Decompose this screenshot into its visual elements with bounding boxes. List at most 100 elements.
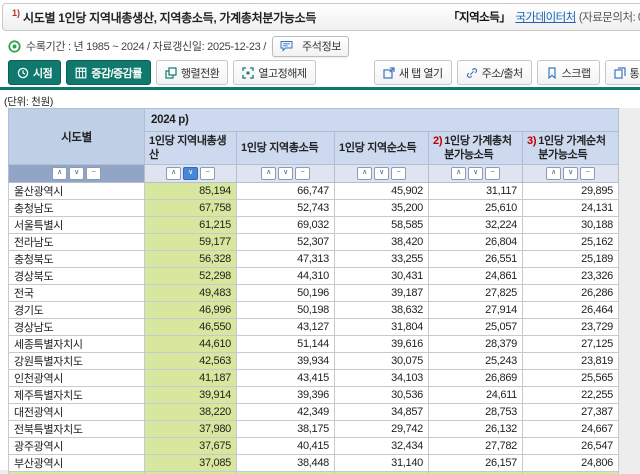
value-cell[interactable]: 39,616 (335, 336, 429, 353)
sort-ascending-button[interactable]: ∧ (357, 167, 372, 180)
value-cell[interactable]: 25,610 (429, 200, 523, 217)
region-cell[interactable]: 제주특별자치도 (9, 387, 145, 404)
sort-ascending-button[interactable]: ∧ (52, 167, 67, 180)
sort-descending-button[interactable]: ∨ (183, 167, 198, 180)
region-cell[interactable]: 세종특별자치시 (9, 336, 145, 353)
region-cell[interactable]: 경상남도 (9, 319, 145, 336)
value-cell[interactable]: 38,175 (237, 421, 335, 438)
value-cell[interactable]: 27,387 (523, 404, 619, 421)
value-cell[interactable]: 26,869 (429, 370, 523, 387)
value-cell[interactable]: 38,632 (335, 302, 429, 319)
value-cell[interactable]: 30,536 (335, 387, 429, 404)
value-cell[interactable]: 24,861 (429, 268, 523, 285)
scrap-button[interactable]: 스크랩 (537, 60, 600, 85)
region-cell[interactable]: 울산광역시 (9, 183, 145, 200)
region-cell[interactable]: 경기도 (9, 302, 145, 319)
value-cell[interactable]: 33,255 (335, 251, 429, 268)
region-cell[interactable]: 전라남도 (9, 234, 145, 251)
value-cell[interactable]: 26,804 (429, 234, 523, 251)
unfreeze-columns-button[interactable]: 열고정해제 (233, 60, 315, 85)
value-cell[interactable]: 34,857 (335, 404, 429, 421)
region-cell[interactable]: 충청남도 (9, 200, 145, 217)
value-cell[interactable]: 44,310 (237, 268, 335, 285)
value-cell[interactable]: 45,902 (335, 183, 429, 200)
value-cell[interactable]: 22,255 (523, 387, 619, 404)
value-cell[interactable]: 59,177 (145, 234, 237, 251)
value-cell[interactable]: 37,675 (145, 438, 237, 455)
region-cell[interactable]: 인천광역시 (9, 370, 145, 387)
value-cell[interactable]: 43,127 (237, 319, 335, 336)
sort-clear-button[interactable]: − (580, 167, 595, 180)
change-rate-button[interactable]: 증감/증감률 (66, 60, 151, 85)
value-cell[interactable]: 85,194 (145, 183, 237, 200)
value-cell[interactable]: 25,189 (523, 251, 619, 268)
transpose-button[interactable]: 행렬전환 (156, 60, 228, 85)
source-agency-link[interactable]: 국가데이터처 (515, 9, 575, 25)
value-cell[interactable]: 50,196 (237, 285, 335, 302)
value-cell[interactable]: 66,747 (237, 183, 335, 200)
value-cell[interactable]: 29,895 (523, 183, 619, 200)
value-cell[interactable]: 24,806 (523, 455, 619, 472)
value-cell[interactable]: 40,415 (237, 438, 335, 455)
region-cell[interactable]: 부산광역시 (9, 455, 145, 472)
value-cell[interactable]: 38,448 (237, 455, 335, 472)
value-cell[interactable]: 38,420 (335, 234, 429, 251)
value-cell[interactable]: 23,819 (523, 353, 619, 370)
value-cell[interactable]: 39,934 (237, 353, 335, 370)
sort-clear-button[interactable]: − (86, 167, 101, 180)
value-cell[interactable]: 35,200 (335, 200, 429, 217)
copy-table-button[interactable]: 통계표 복사/공 (605, 60, 640, 85)
region-cell[interactable]: 강원특별자치도 (9, 353, 145, 370)
value-cell[interactable]: 27,914 (429, 302, 523, 319)
time-period-button[interactable]: 시점 (8, 60, 61, 85)
sort-clear-button[interactable]: − (391, 167, 406, 180)
value-cell[interactable]: 26,132 (429, 421, 523, 438)
value-cell[interactable]: 39,187 (335, 285, 429, 302)
value-cell[interactable]: 27,125 (523, 336, 619, 353)
value-cell[interactable]: 46,996 (145, 302, 237, 319)
value-cell[interactable]: 31,804 (335, 319, 429, 336)
address-source-button[interactable]: 주소/출처 (457, 60, 532, 85)
value-cell[interactable]: 28,753 (429, 404, 523, 421)
value-cell[interactable]: 25,057 (429, 319, 523, 336)
value-cell[interactable]: 39,396 (237, 387, 335, 404)
value-cell[interactable]: 31,117 (429, 183, 523, 200)
value-cell[interactable]: 37,085 (145, 455, 237, 472)
value-cell[interactable]: 61,215 (145, 217, 237, 234)
value-cell[interactable]: 58,585 (335, 217, 429, 234)
value-cell[interactable]: 30,188 (523, 217, 619, 234)
value-cell[interactable]: 67,758 (145, 200, 237, 217)
region-cell[interactable]: 경상북도 (9, 268, 145, 285)
value-cell[interactable]: 29,742 (335, 421, 429, 438)
value-cell[interactable]: 27,782 (429, 438, 523, 455)
value-cell[interactable]: 30,075 (335, 353, 429, 370)
value-cell[interactable]: 27,825 (429, 285, 523, 302)
sort-ascending-button[interactable]: ∧ (546, 167, 561, 180)
region-cell[interactable]: 대전광역시 (9, 404, 145, 421)
value-cell[interactable]: 69,032 (237, 217, 335, 234)
region-cell[interactable]: 광주광역시 (9, 438, 145, 455)
value-cell[interactable]: 26,157 (429, 455, 523, 472)
value-cell[interactable]: 41,187 (145, 370, 237, 387)
sort-clear-button[interactable]: − (485, 167, 500, 180)
sort-ascending-button[interactable]: ∧ (261, 167, 276, 180)
value-cell[interactable]: 51,144 (237, 336, 335, 353)
value-cell[interactable]: 32,224 (429, 217, 523, 234)
sort-descending-button[interactable]: ∨ (374, 167, 389, 180)
value-cell[interactable]: 38,220 (145, 404, 237, 421)
value-cell[interactable]: 25,565 (523, 370, 619, 387)
sort-descending-button[interactable]: ∨ (468, 167, 483, 180)
value-cell[interactable]: 46,550 (145, 319, 237, 336)
value-cell[interactable]: 26,547 (523, 438, 619, 455)
value-cell[interactable]: 23,729 (523, 319, 619, 336)
value-cell[interactable]: 39,914 (145, 387, 237, 404)
value-cell[interactable]: 42,349 (237, 404, 335, 421)
sort-clear-button[interactable]: − (295, 167, 310, 180)
value-cell[interactable]: 26,464 (523, 302, 619, 319)
value-cell[interactable]: 26,286 (523, 285, 619, 302)
sort-ascending-button[interactable]: ∧ (166, 167, 181, 180)
value-cell[interactable]: 43,415 (237, 370, 335, 387)
value-cell[interactable]: 52,307 (237, 234, 335, 251)
value-cell[interactable]: 25,243 (429, 353, 523, 370)
value-cell[interactable]: 47,313 (237, 251, 335, 268)
